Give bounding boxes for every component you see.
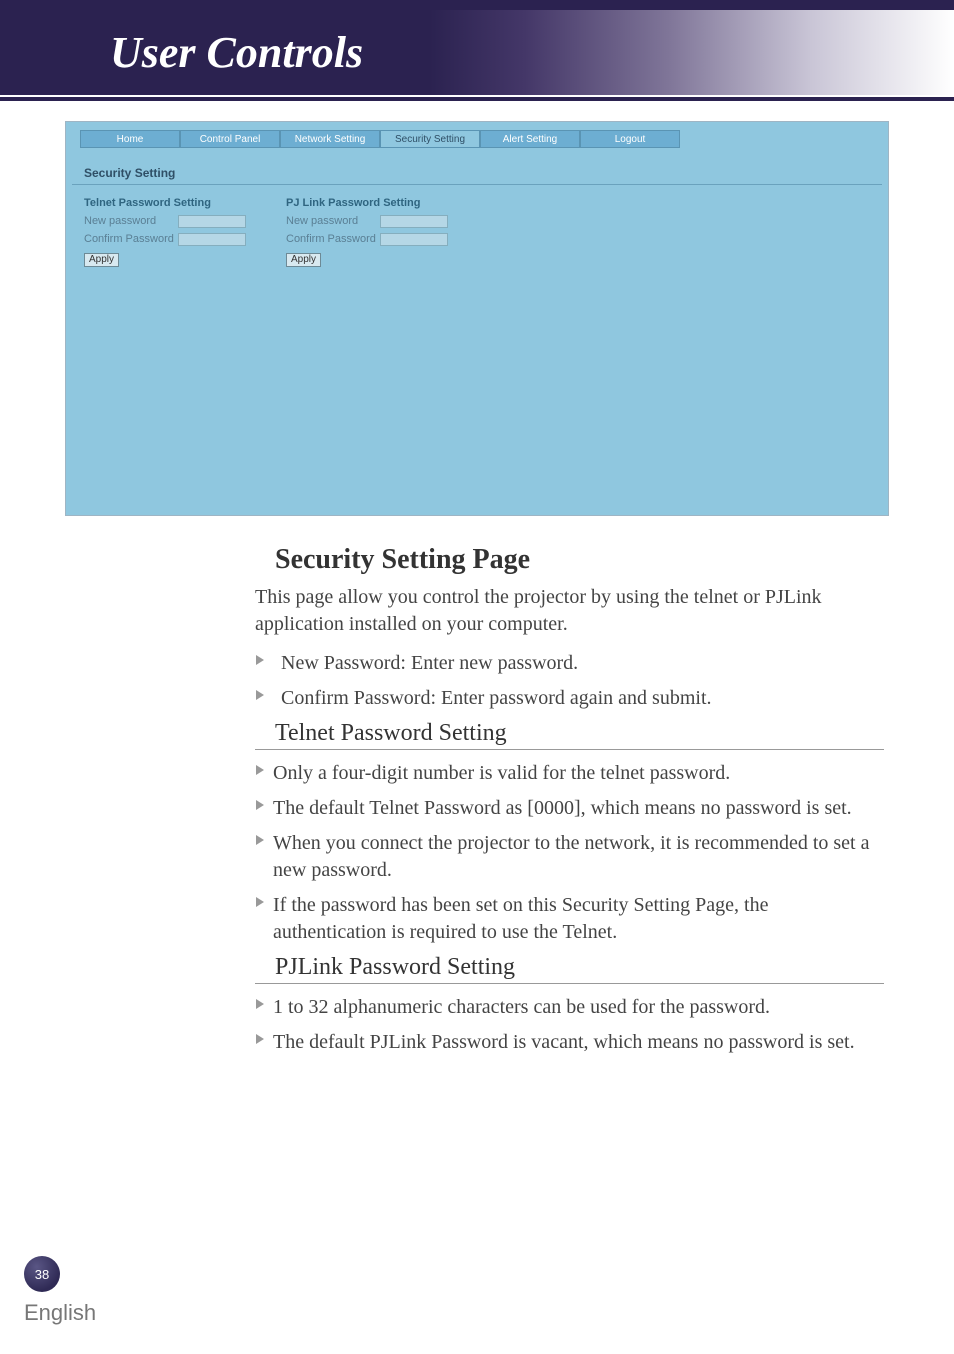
triangle-right-icon	[255, 654, 273, 666]
pjlink-new-pw-label: New password	[286, 215, 380, 227]
telnet-apply-button[interactable]: Apply	[84, 253, 119, 267]
top-bullet-1: Confirm Password: Enter password again a…	[255, 685, 884, 712]
tab-network-setting[interactable]: Network Setting	[280, 130, 380, 148]
language-label: English	[24, 1300, 96, 1326]
triangle-right-icon	[255, 896, 273, 908]
screenshot-section-title: Security Setting	[84, 166, 884, 180]
triangle-right-icon	[255, 764, 273, 776]
security-setting-screenshot: Home Control Panel Network Setting Secur…	[65, 121, 889, 516]
telnet-bullet-1: The default Telnet Password as [0000], w…	[255, 795, 884, 822]
pjlink-subheading-wrap: PJLink Password Setting	[255, 954, 884, 984]
telnet-panel: Telnet Password Setting New password Con…	[84, 197, 246, 267]
pjlink-confirm-pw-input[interactable]	[380, 233, 448, 246]
triangle-right-icon	[255, 834, 273, 846]
triangle-right-icon	[255, 799, 273, 811]
embedded-screenshot-container: Home Control Panel Network Setting Secur…	[65, 121, 889, 516]
telnet-subheading: Telnet Password Setting	[275, 720, 507, 749]
pjlink-bullet-0: 1 to 32 alphanumeric characters can be u…	[255, 994, 884, 1021]
page-number-badge: 38	[24, 1256, 60, 1292]
telnet-confirm-pw-input[interactable]	[178, 233, 246, 246]
bullet-text: Only a four-digit number is valid for th…	[273, 760, 884, 787]
tab-home[interactable]: Home	[80, 130, 180, 148]
telnet-bullet-0: Only a four-digit number is valid for th…	[255, 760, 884, 787]
bullet-text: Confirm Password: Enter password again a…	[281, 685, 884, 712]
header-band: User Controls	[0, 10, 954, 95]
telnet-new-pw-label: New password	[84, 215, 178, 227]
section-heading: Security Setting Page	[275, 544, 884, 576]
bullet-text: New Password: Enter new password.	[281, 650, 884, 677]
pjlink-panel: PJ Link Password Setting New password Co…	[286, 197, 448, 267]
footer: 38 English	[24, 1256, 96, 1326]
bullet-text: When you connect the projector to the ne…	[273, 830, 884, 884]
tab-control-panel[interactable]: Control Panel	[180, 130, 280, 148]
bullet-text: 1 to 32 alphanumeric characters can be u…	[273, 994, 884, 1021]
pjlink-new-pw-input[interactable]	[380, 215, 448, 228]
tab-logout[interactable]: Logout	[580, 130, 680, 148]
pjlink-confirm-pw-label: Confirm Password	[286, 233, 380, 245]
triangle-right-icon	[255, 998, 273, 1010]
body-content: Security Setting Page This page allow yo…	[255, 544, 884, 1056]
page-title: User Controls	[0, 27, 363, 78]
tab-bar: Home Control Panel Network Setting Secur…	[80, 130, 884, 148]
bullet-text: The default PJLink Password is vacant, w…	[273, 1029, 884, 1056]
top-bullet-0: New Password: Enter new password.	[255, 650, 884, 677]
telnet-bullet-3: If the password has been set on this Sec…	[255, 892, 884, 946]
tab-alert-setting[interactable]: Alert Setting	[480, 130, 580, 148]
pjlink-apply-button[interactable]: Apply	[286, 253, 321, 267]
pjlink-bullet-1: The default PJLink Password is vacant, w…	[255, 1029, 884, 1056]
bullet-text: If the password has been set on this Sec…	[273, 892, 884, 946]
telnet-subheading-wrap: Telnet Password Setting	[255, 720, 884, 750]
intro-paragraph: This page allow you control the projecto…	[255, 584, 884, 638]
telnet-new-pw-input[interactable]	[178, 215, 246, 228]
triangle-right-icon	[255, 1033, 273, 1045]
triangle-right-icon	[255, 689, 273, 701]
tab-security-setting[interactable]: Security Setting	[380, 130, 480, 148]
bullet-text: The default Telnet Password as [0000], w…	[273, 795, 884, 822]
top-accent-bar	[0, 0, 954, 10]
telnet-panel-title: Telnet Password Setting	[84, 197, 246, 209]
telnet-bullet-2: When you connect the projector to the ne…	[255, 830, 884, 884]
pjlink-subheading: PJLink Password Setting	[275, 954, 515, 983]
divider	[72, 184, 882, 185]
pjlink-panel-title: PJ Link Password Setting	[286, 197, 448, 209]
accent-underline	[0, 97, 954, 101]
telnet-confirm-pw-label: Confirm Password	[84, 233, 178, 245]
